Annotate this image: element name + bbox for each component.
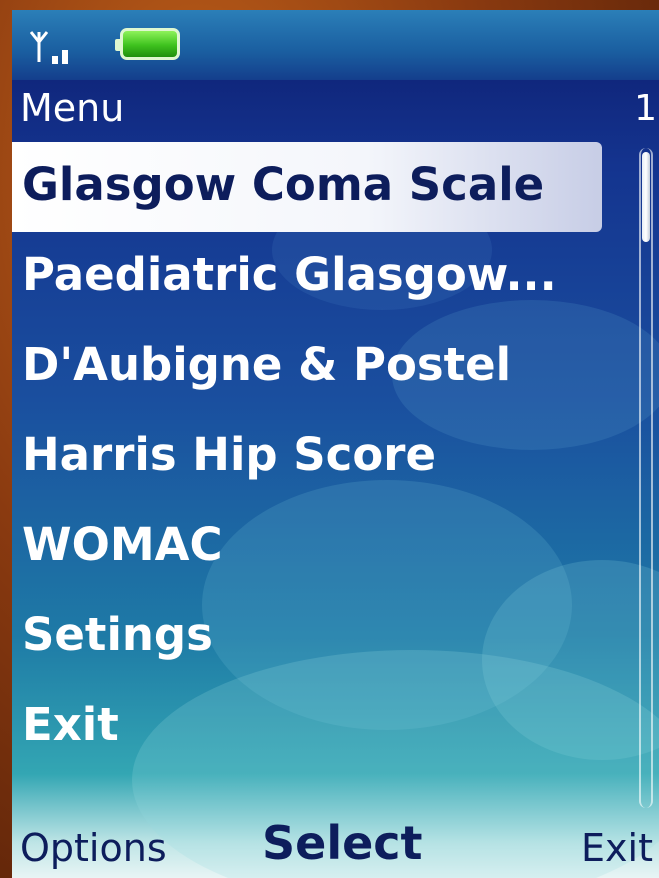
scrollbar[interactable] <box>639 148 653 808</box>
title-bar: Menu 1 <box>12 80 659 142</box>
phone-screen: Menu 1 Glasgow Coma Scale Paediatric Gla… <box>12 10 659 878</box>
battery-icon <box>115 28 180 60</box>
page-indicator: 1 <box>634 88 657 129</box>
exit-softkey[interactable]: Exit <box>581 826 653 870</box>
status-bar <box>12 10 659 80</box>
menu-item-paediatric-glasgow[interactable]: Paediatric Glasgow... <box>12 232 632 322</box>
menu-item-exit[interactable]: Exit <box>12 682 632 772</box>
menu-item-daubigne-postel[interactable]: D'Aubigne & Postel <box>12 322 632 412</box>
page-title: Menu <box>20 86 125 130</box>
menu-item-settings[interactable]: Setings <box>12 592 632 682</box>
menu-list: Glasgow Coma Scale Paediatric Glasgow...… <box>12 142 632 772</box>
select-softkey[interactable]: Select <box>262 816 423 870</box>
menu-item-glasgow-coma-scale[interactable]: Glasgow Coma Scale <box>12 142 602 232</box>
options-softkey[interactable]: Options <box>20 826 167 870</box>
menu-item-harris-hip-score[interactable]: Harris Hip Score <box>12 412 632 502</box>
menu-item-womac[interactable]: WOMAC <box>12 502 632 592</box>
softkey-bar: Options Select Exit <box>12 810 659 878</box>
signal-strength-icon <box>26 30 76 70</box>
scrollbar-thumb[interactable] <box>642 152 650 242</box>
